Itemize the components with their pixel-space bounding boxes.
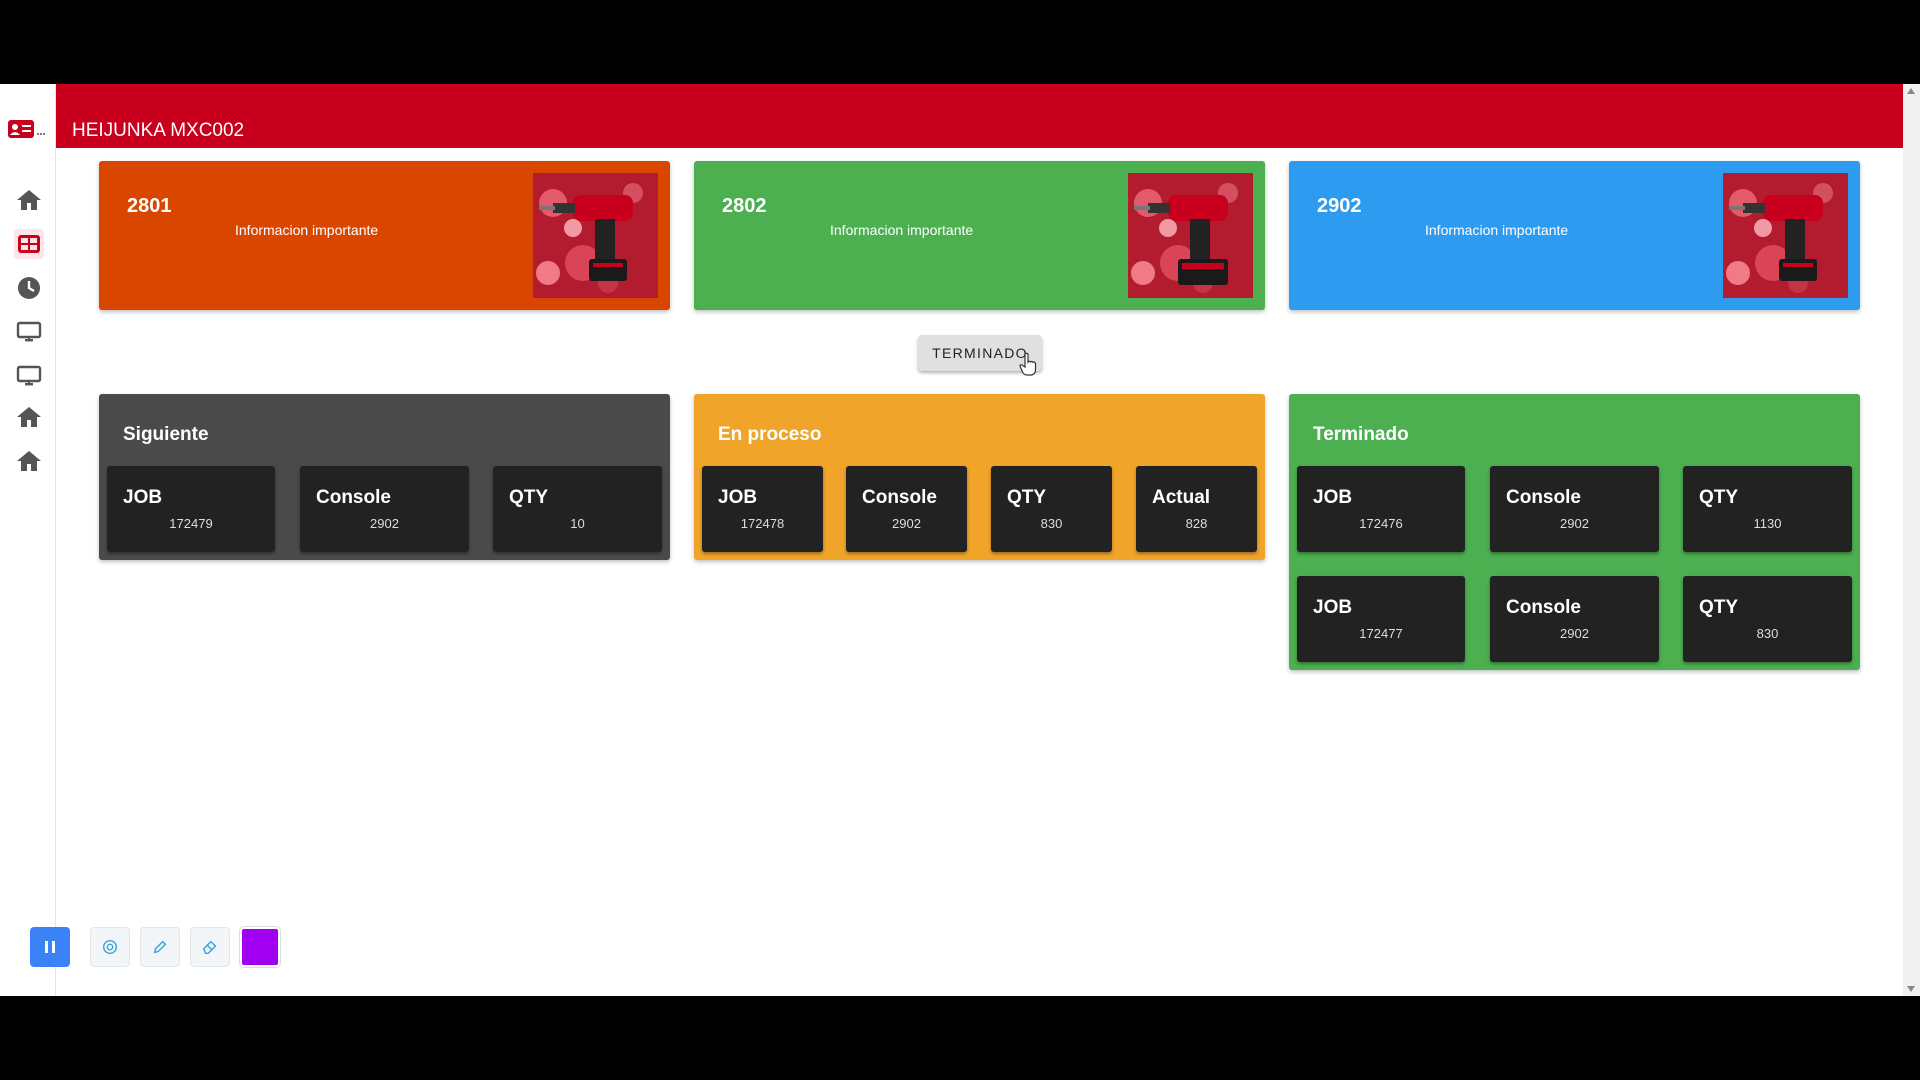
dashboard-icon [18, 235, 40, 253]
eraser-icon [202, 940, 217, 955]
tile-value: 2902 [370, 516, 399, 531]
sidebar-item-home[interactable] [14, 185, 44, 215]
sidebar-item-home-2[interactable] [14, 402, 44, 432]
tile-value: 172478 [740, 516, 785, 531]
tile-actual: Actual 828 [1136, 466, 1257, 552]
panel-title: En proceso [718, 424, 822, 445]
home-icon [17, 190, 41, 210]
tile-qty: QTY 10 [493, 466, 662, 552]
tile-qty: QTY 830 [1683, 576, 1852, 662]
color-swatch[interactable] [240, 927, 280, 967]
page-title: HEIJUNKA MXC002 [72, 120, 245, 141]
scroll-up-arrow[interactable] [1907, 88, 1915, 94]
panel-title: Terminado [1313, 424, 1409, 445]
panel-title: Siguiente [123, 424, 209, 445]
home-icon [17, 451, 41, 471]
panel-terminado: Terminado JOB 172476 Console 2902 QTY 11… [1289, 394, 1860, 670]
card-number: 2801 [127, 195, 172, 217]
tile-qty: QTY 1130 [1683, 466, 1852, 552]
tile-value: 172477 [1359, 626, 1403, 641]
pause-button[interactable] [30, 927, 70, 967]
tile-label: QTY [1699, 487, 1739, 508]
tile-job: JOB 172476 [1297, 466, 1465, 552]
hand-cursor-icon [1019, 352, 1037, 376]
tile-value: 830 [1756, 626, 1779, 641]
drill-image [533, 173, 658, 298]
tile-value: 828 [1185, 516, 1208, 531]
tile-label: JOB [1313, 597, 1353, 618]
tile-label: JOB [1313, 487, 1353, 508]
tile-label: Console [1506, 487, 1581, 508]
tile-value: 2902 [1560, 516, 1589, 531]
home-icon [17, 407, 41, 427]
console-card-2902[interactable]: 2902 Informacion importante [1289, 161, 1860, 310]
vertical-scrollbar[interactable] [1903, 84, 1920, 996]
eraser-tool-button[interactable] [190, 927, 230, 967]
pointer-icon [102, 939, 118, 955]
tile-label: JOB [123, 487, 163, 508]
tile-label: QTY [509, 487, 549, 508]
panel-siguiente: Siguiente JOB 172479 Console 2902 QTY 10 [99, 394, 670, 560]
tile-value: 172476 [1359, 516, 1403, 531]
sidebar-item-dashboard[interactable] [14, 229, 44, 259]
tile-label: Console [1506, 597, 1581, 618]
tile-console: Console 2902 [1490, 466, 1659, 552]
pause-icon [45, 941, 55, 953]
sidebar-item-monitor-1[interactable] [14, 317, 44, 347]
tile-console: Console 2902 [846, 466, 967, 552]
id-card-icon[interactable] [8, 118, 46, 140]
tile-value: 10 [570, 516, 585, 531]
pointer-tool-button[interactable] [90, 927, 130, 967]
tile-value: 1130 [1753, 516, 1782, 531]
sidebar [0, 84, 56, 996]
card-subtitle: Informacion importante [1425, 222, 1569, 238]
card-subtitle: Informacion importante [235, 222, 379, 238]
tile-label: JOB [718, 487, 758, 508]
sidebar-item-home-3[interactable] [14, 446, 44, 476]
clock-icon [18, 277, 40, 299]
tile-console: Console 2902 [300, 466, 469, 552]
scroll-down-arrow[interactable] [1907, 986, 1915, 992]
tile-value: 2902 [1560, 626, 1589, 641]
drill-image [1723, 173, 1848, 298]
tile-console: Console 2902 [1490, 576, 1659, 662]
sidebar-item-history[interactable] [14, 273, 44, 303]
tile-job: JOB 172478 [702, 466, 823, 552]
pencil-icon [153, 940, 167, 954]
tile-label: Actual [1152, 487, 1211, 508]
app-window: HEIJUNKA MXC002 2801 Informacion importa… [0, 84, 1920, 996]
tile-job: JOB 172477 [1297, 576, 1465, 662]
card-subtitle: Informacion importante [830, 222, 974, 238]
tile-job: JOB 172479 [107, 466, 275, 552]
drill-image [1128, 173, 1253, 298]
sidebar-item-monitor-2[interactable] [14, 361, 44, 391]
console-card-2801[interactable]: 2801 Informacion importante [99, 161, 670, 310]
console-card-2802[interactable]: 2802 Informacion importante [694, 161, 1265, 310]
header-bar: HEIJUNKA MXC002 [56, 84, 1903, 148]
tile-qty: QTY 830 [991, 466, 1112, 552]
tile-value: 2902 [892, 516, 921, 531]
card-number: 2902 [1317, 195, 1362, 217]
monitor-icon [16, 321, 42, 342]
tile-label: Console [316, 487, 391, 508]
card-number: 2802 [722, 195, 767, 217]
tile-label: QTY [1699, 597, 1739, 618]
panel-en-proceso: En proceso JOB 172478 Console 2902 QTY 8… [694, 394, 1265, 560]
pencil-tool-button[interactable] [140, 927, 180, 967]
tile-label: QTY [1007, 487, 1047, 508]
tile-label: Console [862, 487, 937, 508]
tile-value: 172479 [169, 516, 213, 531]
tile-value: 830 [1040, 516, 1063, 531]
monitor-icon [16, 365, 42, 386]
